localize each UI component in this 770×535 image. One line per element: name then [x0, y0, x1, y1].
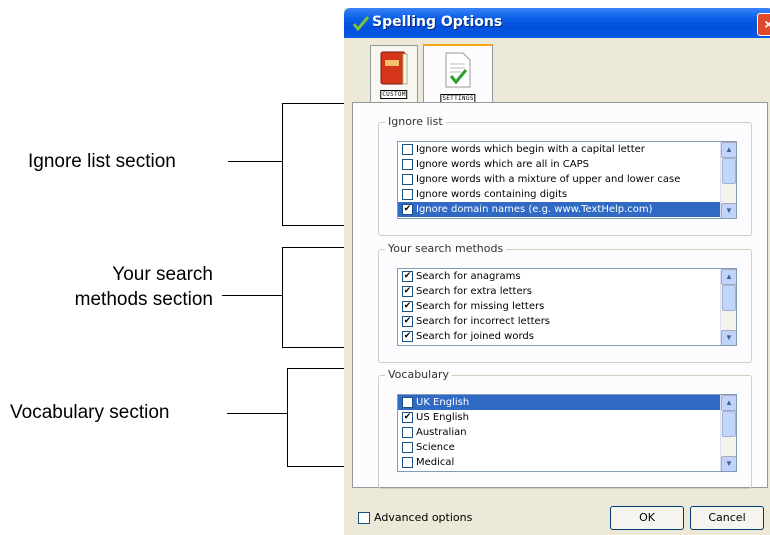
bracket-bottom	[287, 466, 350, 467]
advanced-options-checkbox[interactable]	[358, 512, 370, 524]
list-item[interactable]: Ignore words which are all in CAPS	[398, 157, 721, 172]
checkbox-checked[interactable]: ✔	[402, 301, 413, 312]
tab-settings[interactable]: SETTINGS	[423, 44, 493, 107]
list-item[interactable]: ✔ Search for incorrect letters	[398, 314, 721, 329]
cancel-button[interactable]: Cancel	[690, 506, 764, 530]
annotation-search-methods: Your search methods section	[74, 264, 213, 310]
bracket-bottom	[282, 225, 350, 226]
group-label: Vocabulary	[385, 368, 452, 381]
annotation-line	[222, 295, 282, 296]
checkbox-checked[interactable]: ✔	[402, 331, 413, 342]
window-title: Spelling Options	[372, 14, 503, 30]
scrollbar[interactable]: ▲ ▼	[720, 269, 736, 345]
close-button[interactable]: ×	[757, 13, 770, 36]
item-label: Ignore words containing digits	[416, 189, 568, 200]
item-label: Search for joined words	[416, 331, 534, 342]
settings-document-icon	[445, 52, 471, 88]
list-item[interactable]: ✔ US English	[398, 410, 721, 425]
tab-custom[interactable]: CUSTOM	[370, 45, 418, 103]
list-item[interactable]: ✔ Search for joined words	[398, 329, 721, 344]
ignore-list-group: Ignore list Ignore words which begin wit…	[378, 115, 752, 236]
scrollbar[interactable]: ▲ ▼	[720, 142, 736, 218]
search-methods-box[interactable]: ✔ Search for anagrams ✔ Search for extra…	[397, 268, 737, 346]
checkbox[interactable]	[402, 457, 413, 468]
item-label: Science	[416, 442, 455, 453]
bracket-top	[282, 103, 350, 104]
ignore-list-box[interactable]: Ignore words which begin with a capital …	[397, 141, 737, 219]
bracket-vertical	[282, 247, 283, 347]
item-label: Ignore words which are all in CAPS	[416, 159, 589, 170]
item-label: Ignore domain names (e.g. www.TextHelp.c…	[416, 204, 653, 215]
spelling-options-dialog: Spelling Options × CUSTOM SETTINGS Ignor…	[344, 8, 770, 535]
scroll-thumb[interactable]	[722, 411, 736, 437]
item-label: US English	[416, 412, 469, 423]
scroll-up-icon[interactable]: ▲	[721, 395, 736, 411]
list-item[interactable]: Ignore words which begin with a capital …	[398, 142, 721, 157]
checkbox-checked[interactable]: ✔	[402, 271, 413, 282]
annotation-vocabulary: Vocabulary section	[10, 402, 170, 423]
ok-button[interactable]: OK	[610, 506, 684, 530]
checkbox-checked[interactable]: ✔	[402, 204, 413, 215]
list-item[interactable]: ✔ Search for anagrams	[398, 269, 721, 284]
annotation-line	[227, 413, 287, 414]
bracket-vertical	[282, 103, 283, 225]
list-item[interactable]: Australian	[398, 425, 721, 440]
vocabulary-group: Vocabulary UK English ✔ US English Austr…	[378, 368, 752, 489]
search-methods-group: Your search methods ✔ Search for anagram…	[378, 242, 752, 363]
scrollbar[interactable]: ▲ ▼	[720, 395, 736, 471]
scroll-down-icon[interactable]: ▼	[721, 203, 736, 218]
item-label: Australian	[416, 427, 467, 438]
group-label: Your search methods	[385, 242, 507, 255]
item-label: Search for incorrect letters	[416, 316, 551, 327]
list-item-selected[interactable]: ✔ Ignore domain names (e.g. www.TextHelp…	[398, 202, 721, 217]
bracket-vertical	[287, 368, 288, 466]
list-item[interactable]: ✔ Search for extra letters	[398, 284, 721, 299]
vocabulary-box[interactable]: UK English ✔ US English Australian Scien…	[397, 394, 737, 472]
list-item[interactable]: Science	[398, 440, 721, 455]
bracket-top	[287, 368, 350, 369]
checkbox-checked[interactable]: ✔	[402, 412, 413, 423]
checkbox[interactable]	[402, 159, 413, 170]
list-item[interactable]: Ignore words with a mixture of upper and…	[398, 172, 721, 187]
scroll-thumb[interactable]	[722, 285, 736, 311]
annotation-ignore-list: Ignore list section	[28, 151, 176, 172]
scroll-down-icon[interactable]: ▼	[721, 330, 736, 345]
checkbox-checked[interactable]: ✔	[402, 286, 413, 297]
list-item-selected[interactable]: UK English	[398, 395, 721, 410]
checkbox[interactable]	[402, 189, 413, 200]
bracket-bottom	[282, 347, 350, 348]
item-label: Search for missing letters	[416, 301, 545, 312]
advanced-options-label: Advanced options	[374, 511, 473, 524]
scroll-up-icon[interactable]: ▲	[721, 142, 736, 158]
item-label: Medical	[416, 457, 455, 468]
book-icon	[380, 51, 408, 85]
item-label: Ignore words with a mixture of upper and…	[416, 174, 681, 185]
item-label: UK English	[416, 397, 470, 408]
group-label: Ignore list	[385, 115, 446, 128]
item-label: Search for anagrams	[416, 271, 521, 282]
list-item[interactable]: ✔ Search for missing letters	[398, 299, 721, 314]
checkbox[interactable]	[402, 442, 413, 453]
checkbox[interactable]	[402, 397, 413, 408]
checkbox-checked[interactable]: ✔	[402, 316, 413, 327]
spellcheck-icon	[352, 16, 370, 32]
scroll-down-icon[interactable]: ▼	[721, 456, 736, 471]
item-label: Search for extra letters	[416, 286, 532, 297]
annotation-line	[228, 161, 282, 162]
list-item[interactable]: Ignore words containing digits	[398, 187, 721, 202]
settings-panel: Ignore list Ignore words which begin wit…	[352, 102, 768, 489]
item-label: Ignore words which begin with a capital …	[416, 144, 645, 155]
title-bar[interactable]: Spelling Options	[344, 8, 770, 38]
tab-custom-label: CUSTOM	[380, 90, 408, 99]
checkbox[interactable]	[402, 427, 413, 438]
scroll-thumb[interactable]	[722, 158, 736, 184]
bracket-top	[282, 247, 350, 248]
scroll-up-icon[interactable]: ▲	[721, 269, 736, 285]
list-item[interactable]: Medical	[398, 455, 721, 470]
checkbox[interactable]	[402, 144, 413, 155]
checkbox[interactable]	[402, 174, 413, 185]
